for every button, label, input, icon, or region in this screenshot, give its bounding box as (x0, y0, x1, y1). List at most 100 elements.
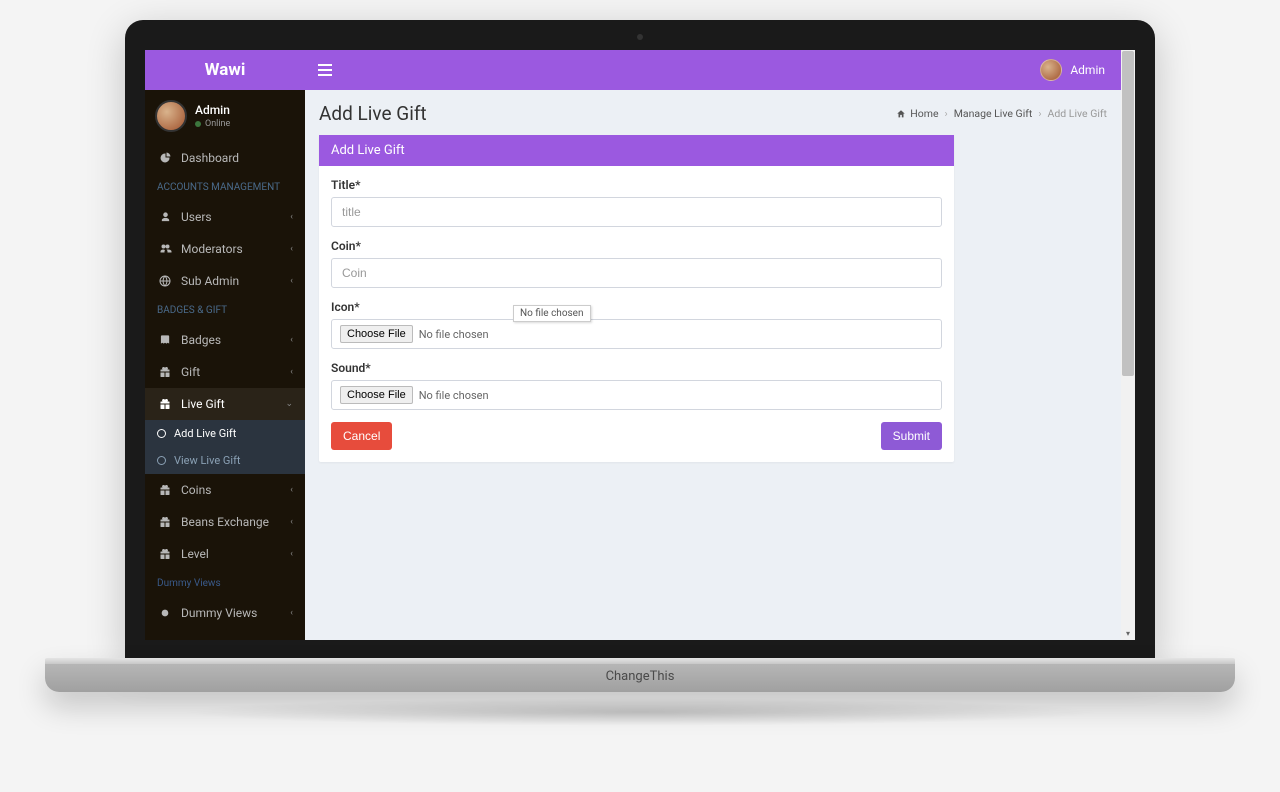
content-header: Add Live Gift Home › Manage Live Gift › … (319, 102, 1107, 125)
chevron-left-icon: ‹ (290, 335, 293, 345)
chevron-left-icon: ‹ (290, 485, 293, 495)
sidebar-item-label: Badges (181, 333, 221, 347)
circle-icon (157, 456, 166, 465)
sidebar-item-live-gift[interactable]: Live Gift ⌄ (145, 388, 305, 420)
chevron-left-icon: ‹ (290, 276, 293, 286)
sidebar-item-badges[interactable]: Badges ‹ (145, 324, 305, 356)
sidebar-item-label: Sub Admin (181, 274, 239, 288)
online-dot-icon (195, 121, 201, 127)
sound-label: Sound* (331, 361, 942, 375)
breadcrumb-home[interactable]: Home (896, 107, 938, 120)
form-card: Add Live Gift Title* Coin* (319, 135, 954, 462)
globe-icon (157, 275, 173, 287)
submenu-add-live-gift[interactable]: Add Live Gift (145, 420, 305, 447)
gift-icon (157, 548, 173, 560)
sidebar-item-label: Beans Exchange (181, 515, 269, 529)
sidebar-item-gift[interactable]: Gift ‹ (145, 356, 305, 388)
form-group-icon: Icon* Choose File No file chosen (331, 300, 942, 349)
laptop-base: ChangeThis (45, 660, 1235, 692)
breadcrumb-separator: › (1038, 107, 1041, 120)
sidebar-item-moderators[interactable]: Moderators ‹ (145, 233, 305, 265)
sidebar-status: Online (195, 119, 230, 129)
gift-icon (157, 516, 173, 528)
sidebar-user-panel[interactable]: Admin Online (145, 90, 305, 142)
circle-icon (157, 608, 173, 618)
admin-app: Wawi Admin Admin (145, 50, 1121, 640)
gift-icon (157, 398, 173, 410)
content-area: Add Live Gift Home › Manage Live Gift › … (305, 90, 1121, 640)
screen-bezel: Wawi Admin Admin (125, 20, 1155, 660)
scrollbar-thumb[interactable] (1122, 51, 1134, 376)
breadcrumb-mid[interactable]: Manage Live Gift (954, 107, 1033, 120)
laptop-brand-label: ChangeThis (606, 669, 675, 684)
sidebar-item-level[interactable]: Level ‹ (145, 538, 305, 570)
breadcrumb-separator: › (945, 107, 948, 120)
live-gift-submenu: Add Live Gift View Live Gift (145, 420, 305, 474)
menu-toggle-button[interactable] (305, 50, 345, 90)
submenu-view-live-gift[interactable]: View Live Gift (145, 447, 305, 474)
submit-button[interactable]: Submit (881, 422, 942, 450)
sidebar-item-label: Dummy Views (181, 606, 257, 620)
vertical-scrollbar[interactable]: ▴ ▾ (1121, 50, 1135, 640)
logo[interactable]: Wawi (145, 60, 305, 80)
home-icon (896, 109, 906, 119)
dashboard-icon (157, 152, 173, 164)
form-group-title: Title* (331, 178, 942, 227)
status-text: Online (205, 119, 230, 129)
sidebar-item-users[interactable]: Users ‹ (145, 201, 305, 233)
sound-file-input[interactable]: Choose File No file chosen (331, 380, 942, 410)
choose-file-button[interactable]: Choose File (340, 386, 413, 404)
chevron-left-icon: ‹ (290, 212, 293, 222)
chevron-left-icon: ‹ (290, 244, 293, 254)
form-group-sound: Sound* Choose File No file chosen (331, 361, 942, 410)
sidebar-item-label: Live Gift (181, 397, 225, 411)
sidebar: Admin Online Dashboard (145, 90, 305, 640)
scroll-down-icon[interactable]: ▾ (1121, 626, 1135, 640)
section-dummy-header: Dummy Views (145, 570, 305, 597)
body-row: Admin Online Dashboard (145, 90, 1121, 640)
coin-label: Coin* (331, 239, 942, 253)
sidebar-item-beans-exchange[interactable]: Beans Exchange ‹ (145, 506, 305, 538)
chevron-left-icon: ‹ (290, 549, 293, 559)
sidebar-item-label: Moderators (181, 242, 243, 256)
cancel-button[interactable]: Cancel (331, 422, 392, 450)
tooltip: No file chosen (513, 305, 591, 322)
sidebar-username: Admin (195, 103, 230, 117)
sidebar-item-sub-admin[interactable]: Sub Admin ‹ (145, 265, 305, 297)
chevron-left-icon: ‹ (290, 367, 293, 377)
chevron-down-icon: ⌄ (285, 399, 293, 409)
section-accounts-header: ACCOUNTS MANAGEMENT (145, 174, 305, 201)
sidebar-item-label: Coins (181, 483, 211, 497)
title-label: Title* (331, 178, 942, 192)
screen: Wawi Admin Admin (145, 50, 1135, 640)
chevron-left-icon: ‹ (290, 608, 293, 618)
sidebar-item-coins[interactable]: Coins ‹ (145, 474, 305, 506)
avatar-icon (1040, 59, 1062, 81)
coin-input[interactable] (331, 258, 942, 288)
user-icon (157, 211, 173, 223)
breadcrumb-current: Add Live Gift (1048, 107, 1108, 120)
topbar-username: Admin (1070, 63, 1105, 77)
submenu-label: Add Live Gift (174, 427, 236, 440)
icon-file-input[interactable]: Choose File No file chosen (331, 319, 942, 349)
file-status-text: No file chosen (419, 328, 489, 341)
section-badges-header: BADGES & GIFT (145, 297, 305, 324)
sidebar-item-dashboard[interactable]: Dashboard (145, 142, 305, 174)
sidebar-item-label: Level (181, 547, 209, 561)
file-status-text: No file chosen (419, 389, 489, 402)
chevron-left-icon: ‹ (290, 517, 293, 527)
users-icon (157, 243, 173, 255)
card-header: Add Live Gift (319, 135, 954, 166)
sidebar-item-label: Dashboard (181, 151, 239, 165)
laptop-frame: Wawi Admin Admin (125, 20, 1155, 726)
card-body: Title* Coin* Icon* (319, 166, 954, 462)
sidebar-item-dummy-views[interactable]: Dummy Views ‹ (145, 597, 305, 629)
icon-label: Icon* (331, 300, 942, 314)
topbar-user-menu[interactable]: Admin (1040, 59, 1121, 81)
page-title: Add Live Gift (319, 102, 427, 125)
choose-file-button[interactable]: Choose File (340, 325, 413, 343)
sidebar-item-label: Gift (181, 365, 200, 379)
submenu-label: View Live Gift (174, 454, 241, 467)
title-input[interactable] (331, 197, 942, 227)
breadcrumb-label: Home (910, 107, 938, 120)
